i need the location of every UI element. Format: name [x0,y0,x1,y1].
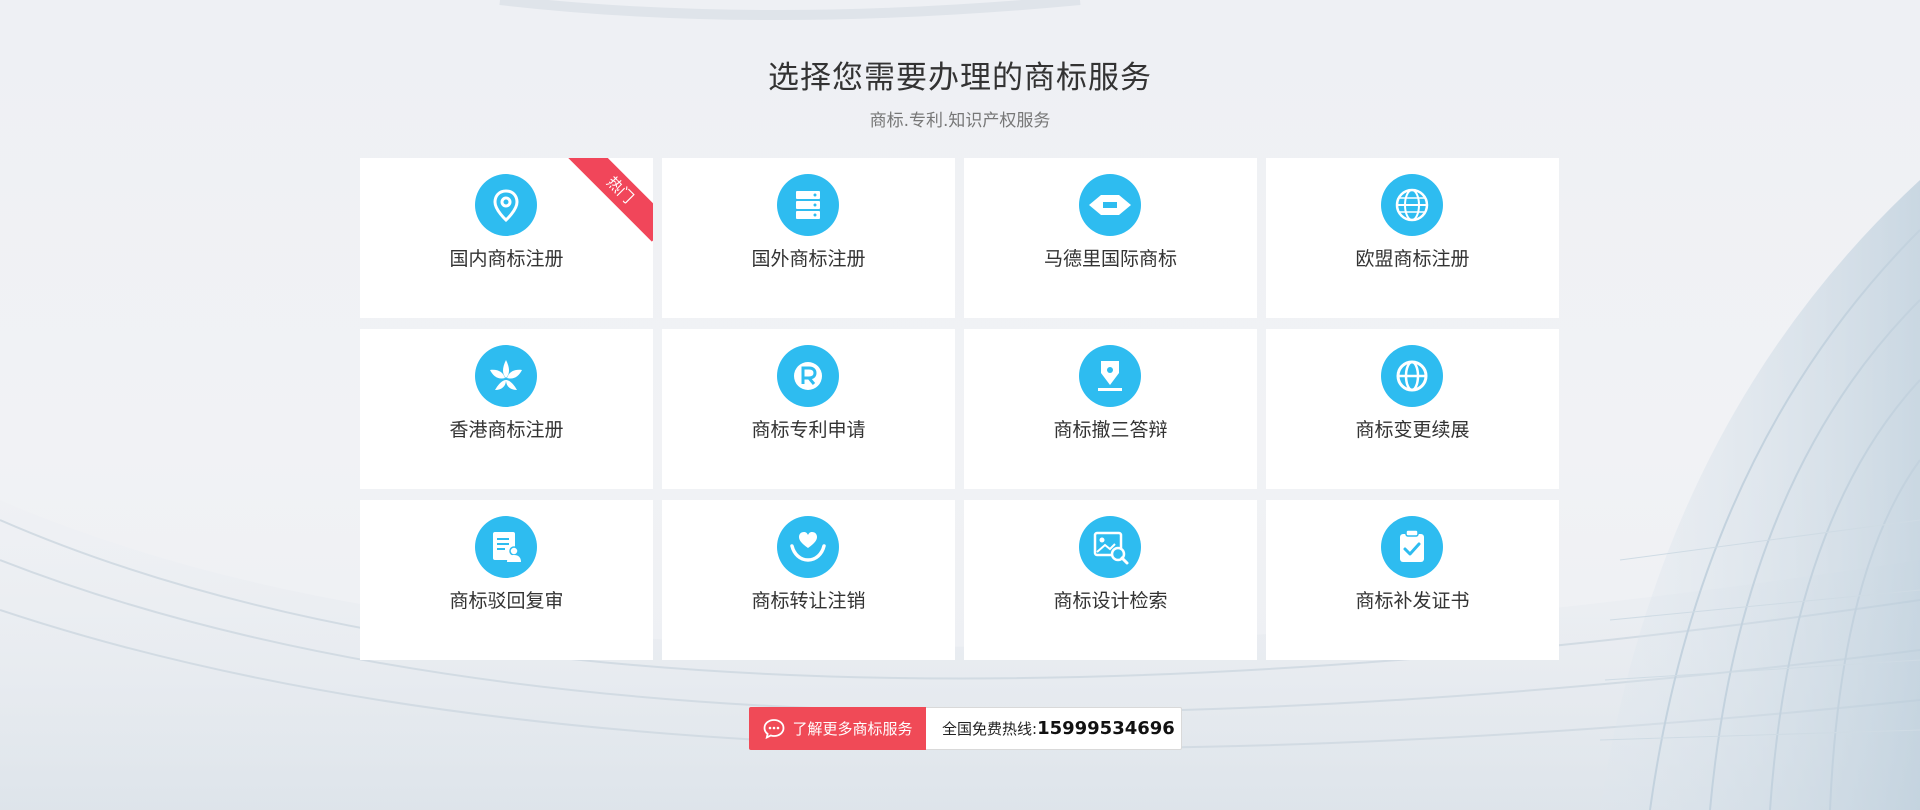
service-card-foreign-registration[interactable]: 国外商标注册 [662,158,955,318]
service-label: 欧盟商标注册 [1355,248,1470,270]
hot-badge: 热门 [568,158,653,242]
eu-globe-icon [1381,174,1443,236]
location-pin-icon [475,174,537,236]
service-label: 国内商标注册 [449,248,564,270]
service-label: 商标变更续展 [1355,419,1470,441]
madrid-badge-icon [1079,174,1141,236]
cta-bar: 了解更多商标服务 全国免费热线: 15999534696 [749,707,1182,750]
more-services-button[interactable]: 了解更多商标服务 [749,707,926,750]
service-card-transfer-cancel[interactable]: 商标转让注销 [662,500,955,660]
server-stack-icon [777,174,839,236]
service-label: 香港商标注册 [449,419,564,441]
registered-r-icon [777,345,839,407]
service-card-design-search[interactable]: 商标设计检索 [964,500,1257,660]
more-services-label: 了解更多商标服务 [792,720,913,738]
document-person-icon [475,516,537,578]
service-card-domestic-registration[interactable]: 国内商标注册 热门 [360,158,653,318]
page-title: 选择您需要办理的商标服务 [768,60,1152,96]
pen-nib-icon [1079,345,1141,407]
service-card-madrid-international[interactable]: 马德里国际商标 [964,158,1257,318]
page-subtitle: 商标.专利.知识产权服务 [869,111,1051,131]
service-card-hongkong-registration[interactable]: 香港商标注册 [360,329,653,489]
hotline-label: 全国免费热线: [942,720,1038,738]
service-label: 商标补发证书 [1355,590,1470,612]
heart-hands-icon [777,516,839,578]
service-label: 商标专利申请 [751,419,866,441]
service-card-change-renewal[interactable]: 商标变更续展 [1266,329,1559,489]
service-card-cancellation-defense[interactable]: 商标撤三答辩 [964,329,1257,489]
image-search-icon [1079,516,1141,578]
clipboard-check-icon [1381,516,1443,578]
service-card-certificate-reissue[interactable]: 商标补发证书 [1266,500,1559,660]
service-label: 马德里国际商标 [1043,248,1177,270]
service-label: 商标转让注销 [751,590,866,612]
service-label: 商标驳回复审 [449,590,564,612]
service-label: 商标撤三答辩 [1053,419,1168,441]
hotline-box: 全国免费热线: 15999534696 [926,707,1182,750]
service-card-eu-registration[interactable]: 欧盟商标注册 [1266,158,1559,318]
service-card-patent-application[interactable]: 商标专利申请 [662,329,955,489]
service-label: 国外商标注册 [751,248,866,270]
services-grid: 国内商标注册 热门 国外商标注册 马德里国际商标 欧盟商标注册 香港商标注册 商… [360,158,1561,660]
services-section: 选择您需要办理的商标服务 商标.专利.知识产权服务 国内商标注册 热门 国外商标… [0,0,1920,810]
service-card-rejection-review[interactable]: 商标驳回复审 [360,500,653,660]
service-label: 商标设计检索 [1053,590,1168,612]
chat-bubble-icon [764,718,785,739]
hotline-number[interactable]: 15999534696 [1037,718,1175,739]
globe-icon [1381,345,1443,407]
bauhinia-flower-icon [475,345,537,407]
